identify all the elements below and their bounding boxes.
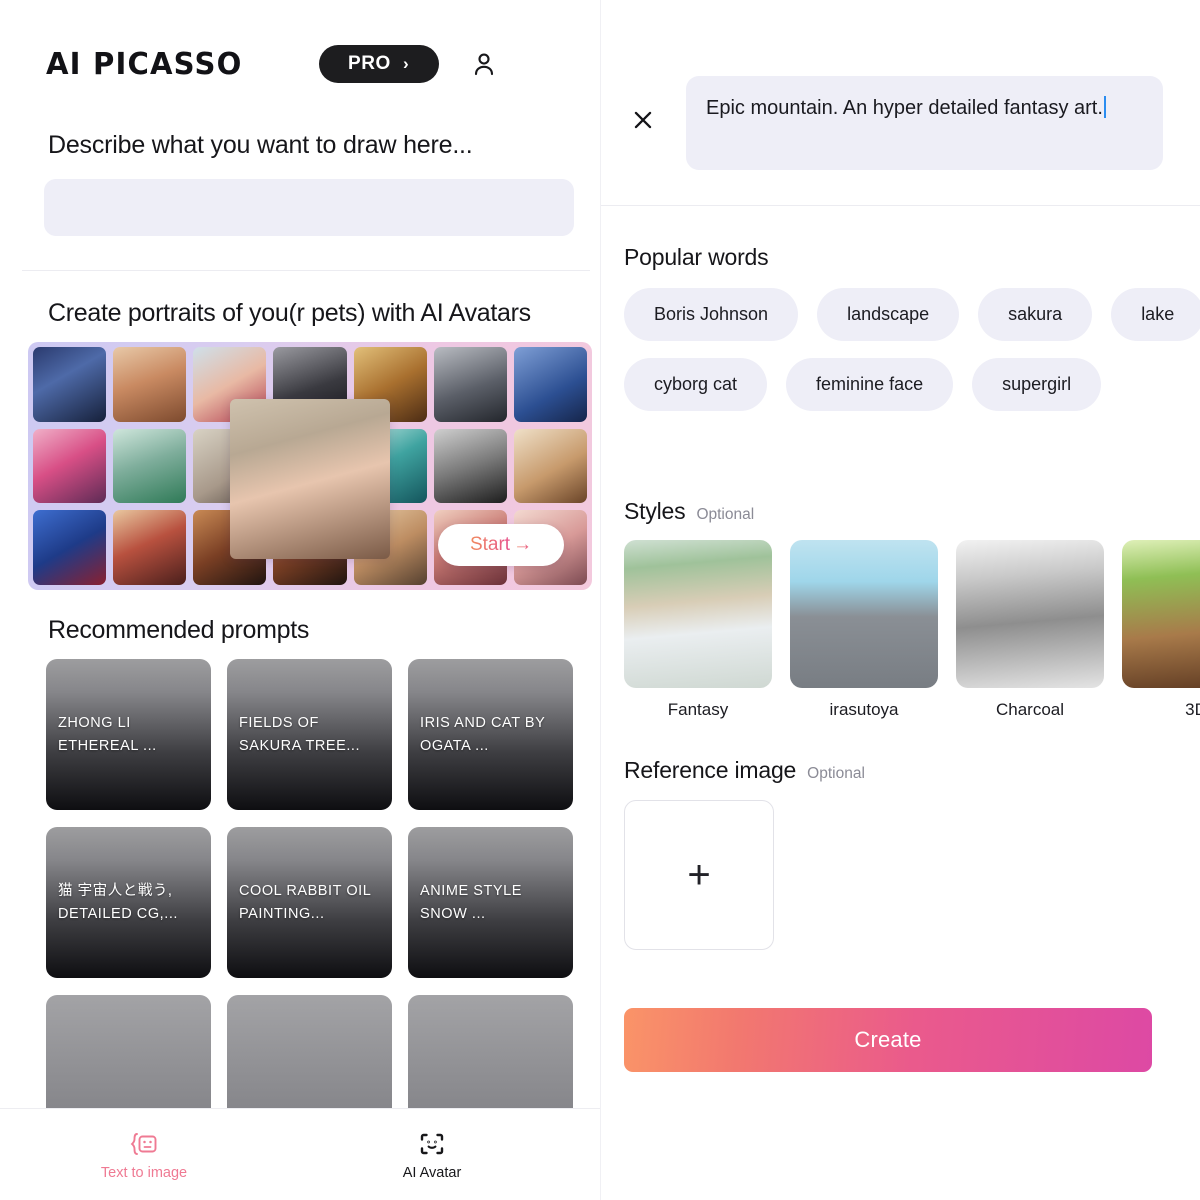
- person-icon: [474, 53, 493, 76]
- style-thumbnail: [956, 540, 1104, 688]
- popular-words-title: Popular words: [624, 244, 769, 270]
- word-chip[interactable]: feminine face: [786, 358, 954, 411]
- styles-section: Styles Optional Fantasy irasutoya Charco…: [0, 498, 1200, 720]
- nav-tab-label: AI Avatar: [402, 1164, 462, 1181]
- collage-tile: [33, 428, 107, 504]
- style-option[interactable]: irasutoya: [790, 540, 938, 720]
- word-chip[interactable]: cyborg cat: [624, 358, 768, 411]
- style-option[interactable]: Fantasy: [624, 540, 772, 720]
- chevron-right-icon: ›: [402, 54, 410, 73]
- popular-words-header: Popular words: [624, 244, 1200, 271]
- bottom-navigation: Text to image AI Avatar: [0, 1108, 600, 1200]
- create-button[interactable]: Create: [624, 1008, 1152, 1072]
- nav-tab-text-to-image[interactable]: Text to image: [0, 1129, 288, 1181]
- prompt-textarea[interactable]: Epic mountain. An hyper detailed fantasy…: [686, 76, 1163, 170]
- chips-row: Boris Johnson landscape sakura lake: [624, 288, 1200, 341]
- popular-words-chips: Boris Johnson landscape sakura lake cybo…: [624, 288, 1200, 411]
- style-label: 3D: [1185, 700, 1200, 719]
- collage-tile: [113, 428, 187, 504]
- style-thumbnail: [790, 540, 938, 688]
- text-caret: [1103, 96, 1106, 118]
- style-thumbnail: [624, 540, 772, 688]
- style-label: Charcoal: [995, 700, 1065, 719]
- style-thumbnail: [1122, 540, 1200, 688]
- styles-optional-label: Optional: [696, 506, 755, 523]
- account-button[interactable]: [467, 47, 501, 81]
- style-option[interactable]: Charcoal: [956, 540, 1104, 720]
- right-divider: [600, 205, 1200, 206]
- collage-tile: [513, 428, 587, 504]
- collage-tile: [433, 428, 507, 504]
- text-to-image-icon: [130, 1132, 157, 1155]
- pro-upgrade-button[interactable]: PRO ›: [318, 45, 439, 83]
- face-scan-icon: [420, 1133, 444, 1154]
- nav-tab-ai-avatar[interactable]: AI Avatar: [288, 1129, 576, 1181]
- reference-image-title: Reference image: [624, 757, 797, 783]
- app-root: AI PICASSO PRO › Describe what you want …: [0, 0, 1200, 1200]
- reference-image-section: Reference image Optional + Create: [0, 757, 1200, 1072]
- chips-row: cyborg cat feminine face supergirl: [624, 358, 1200, 411]
- close-icon: [634, 111, 652, 129]
- popular-words-section: Popular words Boris Johnson landscape sa…: [0, 244, 1200, 428]
- plus-icon: +: [687, 853, 711, 897]
- app-logo: AI PICASSO: [46, 46, 243, 82]
- style-label: Fantasy: [667, 700, 729, 719]
- add-reference-image-button[interactable]: +: [624, 800, 774, 950]
- word-chip[interactable]: Boris Johnson: [624, 288, 799, 341]
- prompt-editor-header: Epic mountain. An hyper detailed fantasy…: [600, 0, 1200, 170]
- prompt-text-value: Epic mountain. An hyper detailed fantasy…: [706, 97, 1103, 119]
- reference-image-header: Reference image Optional: [624, 757, 1200, 784]
- prompt-input[interactable]: [44, 179, 574, 236]
- word-chip[interactable]: landscape: [817, 288, 960, 341]
- word-chip[interactable]: sakura: [978, 288, 1093, 341]
- word-chip[interactable]: supergirl: [972, 358, 1102, 411]
- style-label: irasutoya: [829, 700, 899, 719]
- styles-header: Styles Optional: [624, 498, 1200, 525]
- word-chip[interactable]: lake: [1111, 288, 1200, 341]
- describe-heading: Describe what you want to draw here...: [48, 131, 473, 159]
- styles-title: Styles: [624, 498, 686, 524]
- close-button[interactable]: [626, 103, 660, 137]
- styles-carousel[interactable]: Fantasy irasutoya Charcoal 3D: [624, 540, 1200, 720]
- app-header: AI PICASSO PRO ›: [0, 0, 600, 88]
- reference-image-optional-label: Optional: [807, 765, 865, 782]
- style-option[interactable]: 3D: [1122, 540, 1200, 720]
- pro-label: PRO: [347, 53, 391, 74]
- nav-tab-label: Text to image: [100, 1164, 188, 1181]
